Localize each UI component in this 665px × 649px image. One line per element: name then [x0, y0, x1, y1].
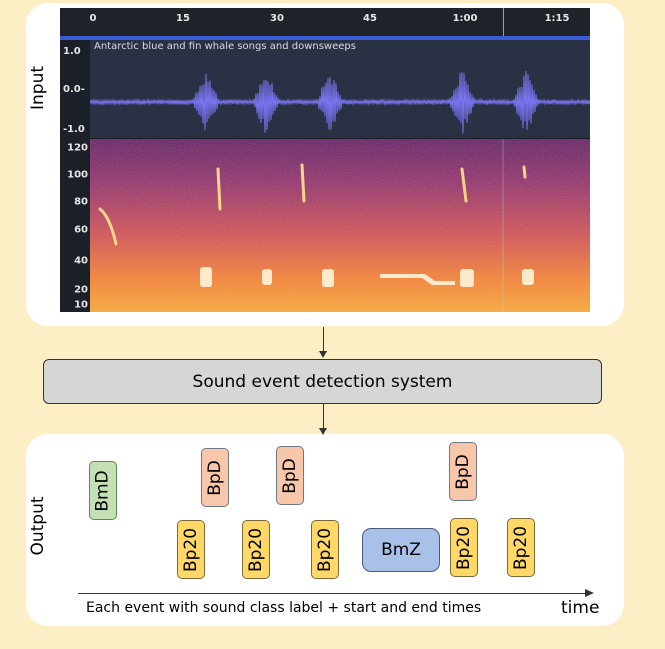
event-bp20: Bp20	[507, 518, 535, 577]
event-label: BmZ	[381, 540, 421, 560]
event-label: Bp20	[454, 525, 474, 570]
arrowhead-input-to-system	[319, 351, 327, 358]
playhead-marker[interactable]	[503, 8, 504, 36]
sound-event-detection-system-box: Sound event detection system	[43, 359, 602, 404]
amplitude-tick: 1.0	[63, 46, 81, 57]
arrow-input-to-system	[323, 327, 324, 352]
event-bp20: Bp20	[177, 520, 205, 579]
time-tick: 1:00	[452, 13, 478, 24]
output-caption: Each event with sound class label + star…	[86, 600, 482, 616]
amplitude-axis: 1.0 0.0- -1.0	[60, 40, 90, 138]
timeline-ruler[interactable]: 0 15 30 45 1:00 1:15	[60, 8, 590, 36]
waveform-line	[89, 71, 590, 134]
time-tick: 1:15	[544, 13, 570, 24]
spectrogram-image	[90, 139, 590, 312]
event-label: Bp20	[246, 527, 266, 572]
event-bmd: BmD	[89, 461, 117, 520]
event-bpd: BpD	[449, 442, 477, 501]
event-bp20: Bp20	[311, 520, 339, 579]
frequency-tick: 80	[74, 196, 88, 208]
time-tick: 30	[270, 13, 284, 24]
time-axis-label: time	[561, 598, 600, 618]
frequency-tick: 100	[67, 169, 88, 181]
bp-downsweep-mark	[522, 165, 527, 179]
time-tick: 0	[89, 13, 97, 24]
output-label: Output	[28, 496, 48, 556]
bp-downsweep-mark	[216, 167, 222, 211]
event-bpd: BpD	[201, 448, 229, 507]
amplitude-tick: -1.0	[63, 124, 85, 135]
event-label: BmD	[93, 469, 114, 512]
event-label: Bp20	[315, 527, 335, 572]
bp20-pulse-mark	[200, 267, 212, 287]
input-label: Input	[28, 65, 48, 111]
event-bp20: Bp20	[450, 518, 478, 577]
frequency-tick: 40	[74, 255, 88, 267]
event-label: Bp20	[181, 527, 201, 572]
event-bp20: Bp20	[242, 520, 270, 579]
event-label: BpD	[453, 453, 474, 490]
time-tick: 15	[176, 13, 190, 24]
frequency-tick: 60	[74, 224, 88, 236]
waveform-title: Antarctic blue and fin whale songs and d…	[94, 41, 356, 52]
event-label: BpD	[280, 457, 301, 494]
amplitude-tick: 0.0-	[63, 84, 85, 95]
waveform-track[interactable]	[89, 40, 590, 138]
waveform-plot	[89, 71, 590, 134]
event-label: BpD	[205, 459, 226, 496]
bp-downsweep-mark	[300, 163, 306, 203]
time-tick: 45	[363, 13, 377, 24]
spectrogram[interactable]	[90, 139, 590, 312]
bp20-pulse-mark	[522, 269, 534, 285]
bp20-pulse-mark	[322, 269, 334, 287]
bp20-pulse-mark	[262, 269, 272, 285]
event-bpd: BpD	[276, 446, 304, 505]
audio-editor-view: 0 15 30 45 1:00 1:15 1.0 0.0- -1.0 Antar…	[60, 8, 590, 312]
frequency-tick: 120	[67, 142, 88, 154]
bp20-pulse-mark	[460, 269, 474, 287]
event-bmz: BmZ	[362, 528, 440, 572]
time-axis-line	[78, 593, 588, 594]
event-label: Bp20	[511, 525, 531, 570]
time-axis-arrowhead	[585, 589, 594, 597]
arrow-system-to-output	[323, 404, 324, 429]
frequency-axis: 120 100 80 60 40 20 10	[60, 139, 90, 312]
frequency-tick: 10	[74, 299, 88, 311]
arrowhead-system-to-output	[319, 428, 327, 435]
frequency-tick: 20	[74, 284, 88, 296]
